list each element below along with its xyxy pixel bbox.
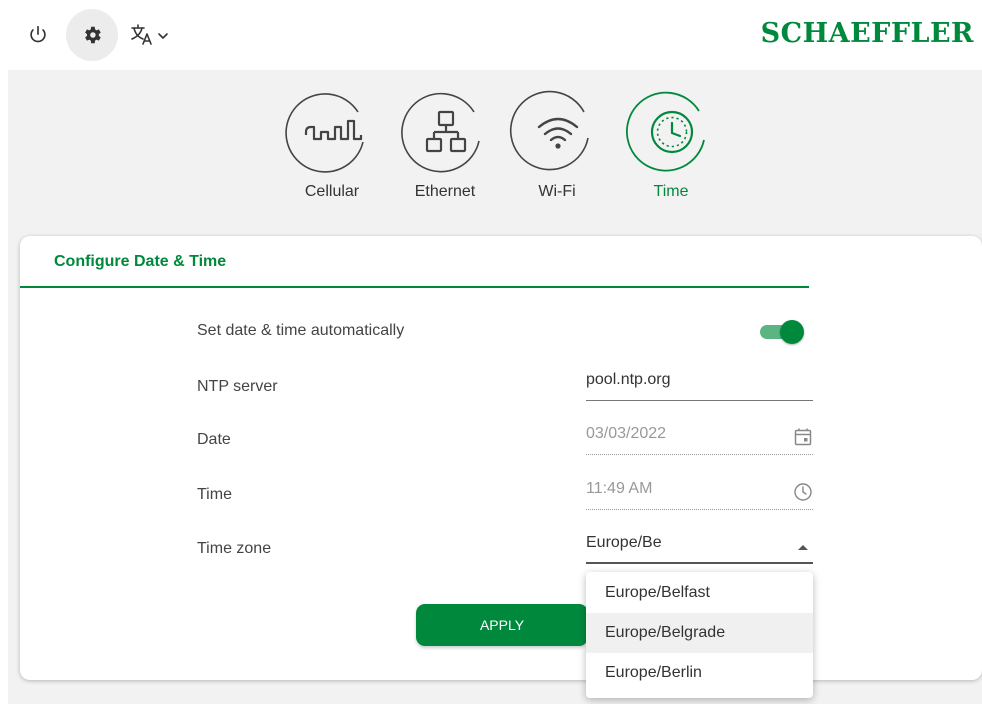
field-underline <box>586 562 813 564</box>
time-zone-options: Europe/Belfast Europe/Belgrade Europe/Be… <box>586 572 813 698</box>
toggle-knob <box>780 320 804 344</box>
auto-time-label: Set date & time automatically <box>197 322 405 339</box>
clock-icon <box>793 482 813 507</box>
field-underline <box>586 509 813 510</box>
tab-label: Ethernet <box>414 183 476 200</box>
ethernet-icon <box>401 92 480 173</box>
date-label: Date <box>197 431 231 448</box>
field-underline <box>586 454 813 455</box>
time-zone-input[interactable]: Europe/Be <box>586 534 662 552</box>
date-time-card: Configure Date & Time Set date & time au… <box>20 236 982 680</box>
time-zone-option[interactable]: Europe/Belfast <box>586 573 813 613</box>
chevron-down-icon <box>158 33 168 39</box>
time-field: 11:49 AM <box>586 474 813 510</box>
tab-label: Wi-Fi <box>538 183 576 200</box>
tab-label: Cellular <box>304 183 360 200</box>
ntp-server-value: pool.ntp.org <box>586 371 671 388</box>
time-value: 11:49 AM <box>586 480 653 497</box>
translate-icon[interactable] <box>126 19 176 51</box>
field-underline <box>586 400 813 401</box>
power-icon[interactable] <box>20 17 56 53</box>
apply-button[interactable]: APPLY <box>416 604 588 646</box>
tab-label: Time <box>653 183 689 200</box>
time-label: Time <box>197 486 232 503</box>
card-title: Configure Date & Time <box>54 253 227 270</box>
caret-up-icon[interactable] <box>793 540 813 558</box>
auto-time-toggle[interactable] <box>760 320 806 346</box>
tab-wifi[interactable]: Wi-Fi <box>508 85 606 201</box>
date-field: 03/03/2022 <box>586 419 813 455</box>
gear-icon[interactable] <box>66 9 118 61</box>
time-zone-select[interactable]: Europe/Be <box>586 528 813 564</box>
ntp-server-label: NTP server <box>197 378 278 395</box>
time-zone-option[interactable]: Europe/Belgrade <box>586 613 813 653</box>
clock-icon <box>626 91 705 172</box>
time-zone-label: Time zone <box>197 540 272 557</box>
ntp-server-field[interactable]: pool.ntp.org <box>586 365 813 401</box>
cellular-icon <box>285 93 364 173</box>
tab-ethernet[interactable]: Ethernet <box>396 85 494 201</box>
top-bar: SCHAEFFLER <box>0 0 982 70</box>
tab-time[interactable]: Time <box>622 85 720 201</box>
divider <box>20 286 809 288</box>
time-zone-option[interactable]: Europe/Berlin <box>586 653 813 693</box>
tab-cellular[interactable]: Cellular <box>283 85 381 201</box>
calendar-icon <box>793 427 813 452</box>
date-value: 03/03/2022 <box>586 425 667 442</box>
brand-logo: SCHAEFFLER <box>760 18 974 49</box>
wifi-icon <box>509 90 589 171</box>
